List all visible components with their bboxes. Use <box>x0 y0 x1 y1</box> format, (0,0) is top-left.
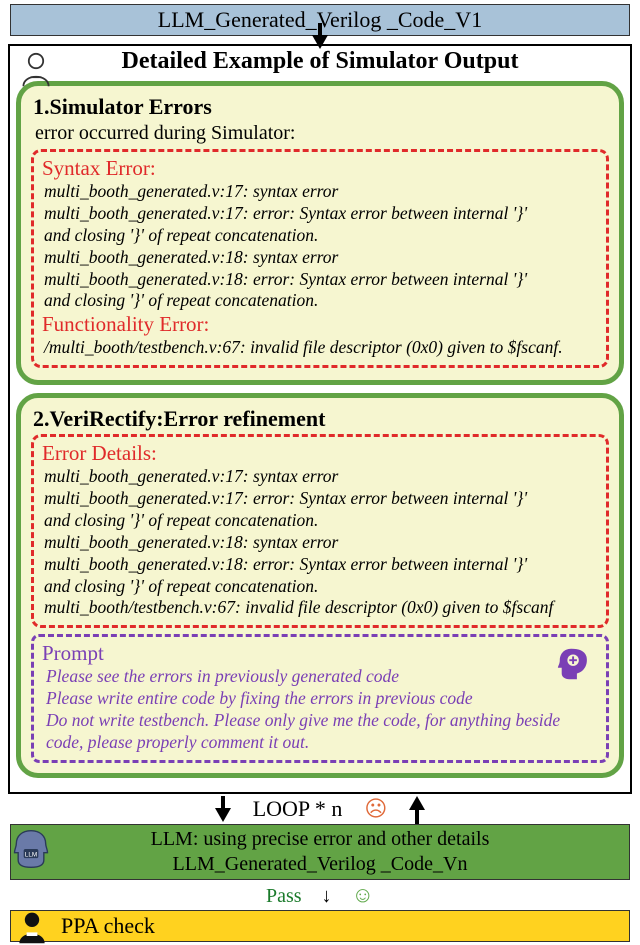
error-details-label: Error Details: <box>42 441 598 466</box>
prompt-label: Prompt <box>42 641 598 666</box>
verirectify-box: 2.VeriRectify:Error refinement Error Det… <box>16 393 624 778</box>
loop-row: LOOP * n ☹ <box>10 794 630 824</box>
llm-bar: LLM LLM: using precise error and other d… <box>10 824 630 880</box>
syntax-error-line: multi_booth_generated.v:18: syntax error <box>44 247 598 269</box>
syntax-error-line: multi_booth_generated.v:17: error: Synta… <box>44 203 598 225</box>
box2-error-container: Error Details: multi_booth_generated.v:1… <box>31 434 609 628</box>
simulator-errors-box: 1.Simulator Errors error occurred during… <box>16 81 624 385</box>
idea-head-icon <box>556 645 594 683</box>
llm-brain-icon: LLM <box>9 827 53 871</box>
prompt-line: Please write entire code by fixing the e… <box>46 688 598 710</box>
arrow-down-icon <box>215 808 231 822</box>
ppa-bar: PPA check <box>10 910 630 942</box>
detail-line: and closing '}' of repeat concatenation. <box>44 510 598 532</box>
func-error-label: Functionality Error: <box>42 312 598 337</box>
loop-label: LOOP * n <box>253 796 343 822</box>
prompt-line: Please see the errors in previously gene… <box>46 666 598 688</box>
syntax-error-line: multi_booth_generated.v:17: syntax error <box>44 181 598 203</box>
ppa-label: PPA check <box>61 913 155 938</box>
prompt-line: Do not write testbench. Please only give… <box>46 710 598 732</box>
pass-label: Pass <box>266 885 302 907</box>
svg-text:LLM: LLM <box>25 851 37 858</box>
main-title: Detailed Example of Simulator Output <box>16 48 624 75</box>
main-frame: Detailed Example of Simulator Output 1.S… <box>8 44 632 794</box>
prompt-container: Prompt Please see the errors in previous… <box>31 634 609 763</box>
func-error-line: /multi_booth/testbench.v:67: invalid fil… <box>44 337 598 359</box>
user-avatar-icon <box>18 50 54 90</box>
prompt-line: code, please properly comment it out. <box>46 732 598 754</box>
box2-heading: 2.VeriRectify:Error refinement <box>33 406 609 432</box>
pass-row: Pass ↓ ☺ <box>0 882 640 908</box>
detail-line: multi_booth_generated.v:18: syntax error <box>44 532 598 554</box>
box1-sub: error occurred during Simulator: <box>35 122 609 145</box>
syntax-error-line: multi_booth_generated.v:18: error: Synta… <box>44 269 598 291</box>
sad-face-icon: ☹ <box>364 796 387 822</box>
syntax-error-label: Syntax Error: <box>42 156 598 181</box>
box1-heading: 1.Simulator Errors <box>33 94 609 120</box>
engineer-avatar-icon <box>15 909 49 945</box>
happy-face-icon: ☺ <box>352 882 374 907</box>
detail-line: multi_booth_generated.v:18: error: Synta… <box>44 554 598 576</box>
detail-line: multi_booth_generated.v:17: syntax error <box>44 466 598 488</box>
syntax-error-line: and closing '}' of repeat concatenation. <box>44 225 598 247</box>
box1-error-container: Syntax Error: multi_booth_generated.v:17… <box>31 149 609 368</box>
arrow-up-icon <box>409 796 425 810</box>
detail-line: multi_booth_generated.v:17: error: Synta… <box>44 488 598 510</box>
detail-line: multi_booth/testbench.v:67: invalid file… <box>44 597 598 619</box>
llm-line1: LLM: using precise error and other detai… <box>11 827 629 852</box>
llm-line2: LLM_Generated_Verilog _Code_Vn <box>11 852 629 877</box>
syntax-error-line: and closing '}' of repeat concatenation. <box>44 290 598 312</box>
detail-line: and closing '}' of repeat concatenation. <box>44 576 598 598</box>
